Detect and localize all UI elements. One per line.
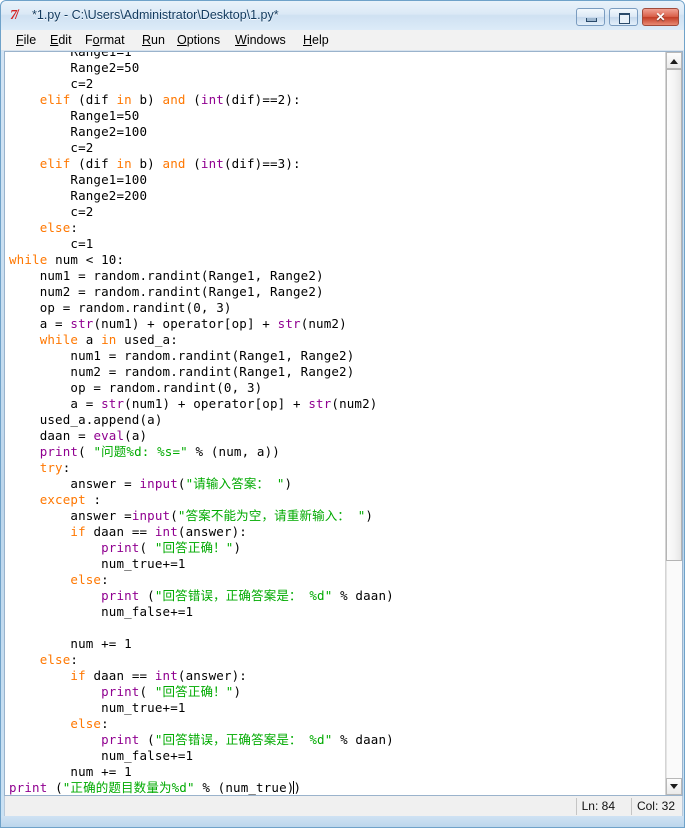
menu-label-edit: Edit — [50, 33, 72, 47]
menu-bar: File Edit Format Run Options Windows Hel… — [1, 30, 684, 51]
menu-item-windows[interactable]: Windows — [232, 32, 289, 48]
scroll-up-button[interactable] — [666, 52, 682, 69]
maximize-button[interactable] — [609, 8, 638, 26]
menu-label-format: Format — [85, 33, 125, 47]
status-bar: Ln: 84 Col: 32 — [4, 796, 683, 817]
idle-editor-window: 7̸ *1.py - C:\Users\Administrator\Deskto… — [0, 0, 685, 828]
close-icon: ✕ — [655, 10, 666, 24]
menu-item-help[interactable]: Help — [300, 32, 332, 48]
scroll-down-button[interactable] — [666, 778, 682, 795]
close-button[interactable]: ✕ — [642, 8, 679, 26]
title-bar: 7̸ *1.py - C:\Users\Administrator\Deskto… — [1, 1, 684, 30]
python-idle-icon: 7̸ — [10, 8, 17, 23]
status-column-indicator: Col: 32 — [630, 798, 680, 815]
menu-item-options[interactable]: Options — [174, 32, 223, 48]
menu-label-run: Run — [142, 33, 165, 47]
menu-label-help: Help — [303, 33, 329, 47]
source-code[interactable]: Range1=1 Range2=50 c=2 elif (dif in b) a… — [9, 52, 394, 795]
triangle-down-icon — [670, 783, 678, 789]
menu-label-options: Options — [177, 33, 221, 47]
menu-label-windows: Windows — [235, 33, 286, 47]
menu-item-file[interactable]: File — [13, 32, 39, 48]
menu-item-edit[interactable]: Edit — [47, 32, 75, 48]
menu-label-file: File — [16, 33, 37, 47]
triangle-up-icon — [670, 58, 678, 64]
window-title: *1.py - C:\Users\Administrator\Desktop\1… — [32, 8, 279, 22]
minimize-button[interactable] — [576, 8, 605, 26]
vertical-scrollbar[interactable] — [665, 52, 682, 795]
menu-item-run[interactable]: Run — [139, 32, 168, 48]
window-bottom-border — [1, 816, 684, 827]
code-text-area[interactable]: Range1=1 Range2=50 c=2 elif (dif in b) a… — [5, 52, 655, 795]
editor-frame: Range1=1 Range2=50 c=2 elif (dif in b) a… — [4, 51, 683, 796]
menu-item-format[interactable]: Format — [82, 32, 128, 48]
scrollbar-thumb[interactable] — [666, 69, 682, 561]
status-line-indicator: Ln: 84 — [575, 798, 620, 815]
